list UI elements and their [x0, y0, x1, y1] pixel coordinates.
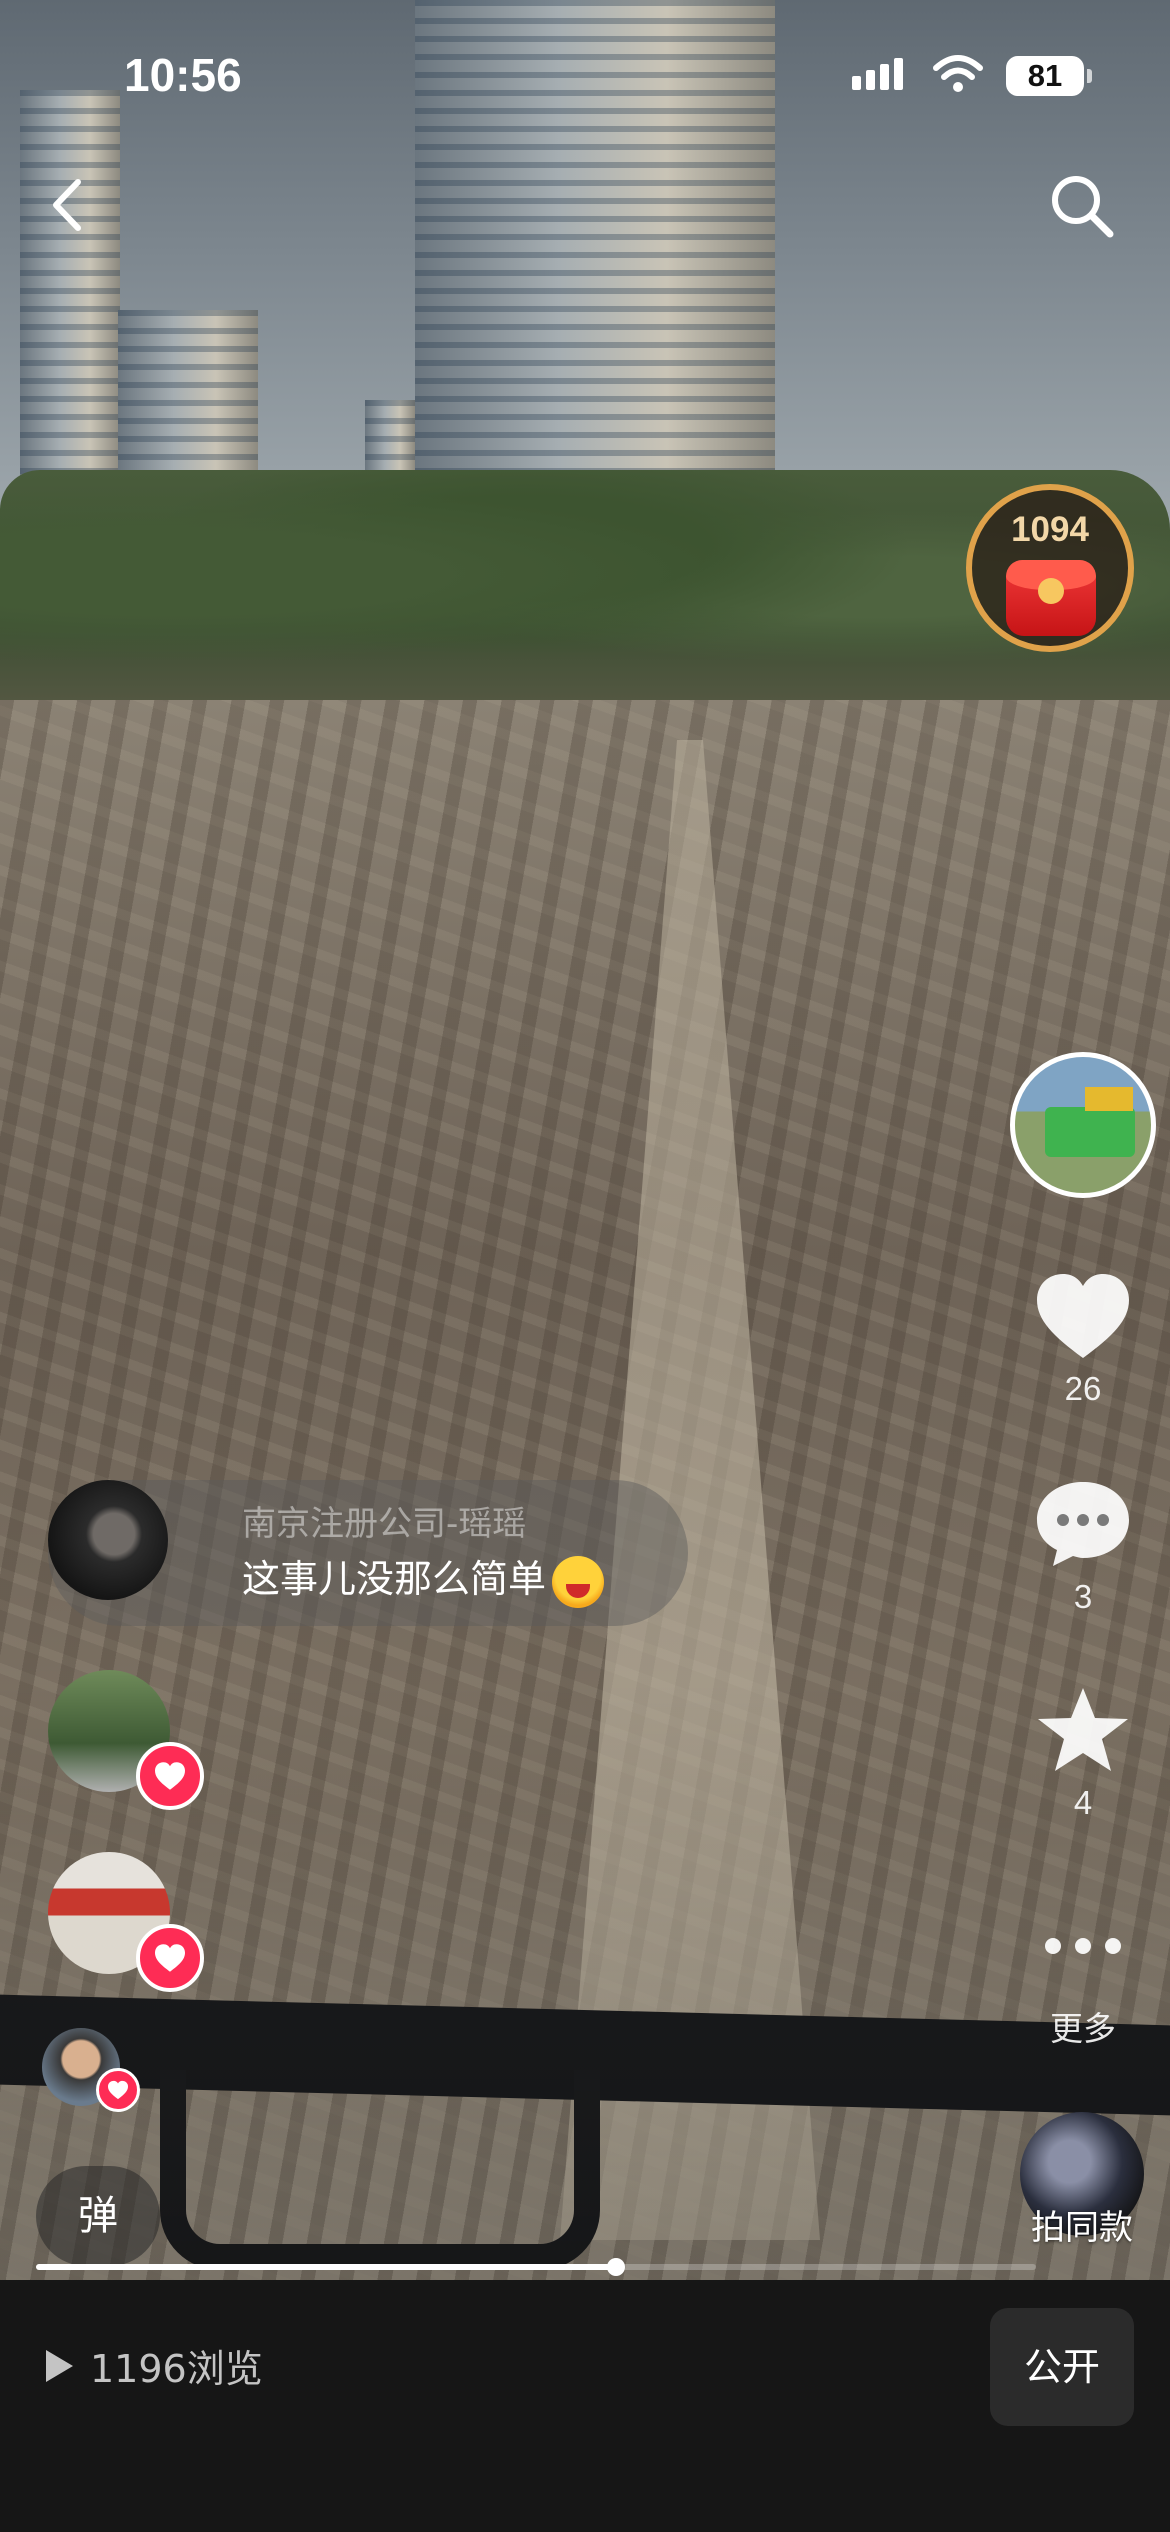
comment-text: 这事儿没那么简单 — [242, 1557, 547, 1601]
star-icon — [1038, 1688, 1128, 1771]
back-icon[interactable] — [40, 170, 100, 240]
same-style-button[interactable]: 拍同款 — [1014, 2112, 1150, 2248]
red-packet-icon — [1006, 560, 1096, 636]
more-icon — [1045, 1938, 1121, 1954]
comment-count: 3 — [1073, 1578, 1093, 1615]
play-icon — [46, 2349, 73, 2382]
more-button[interactable]: 更多 — [1013, 1934, 1153, 2050]
author-avatar[interactable] — [1010, 1052, 1156, 1198]
liker-avatar[interactable] — [42, 2028, 140, 2112]
favorite-button[interactable]: 4 — [1013, 1684, 1153, 1822]
heart-badge-icon — [136, 1742, 204, 1810]
comment-button[interactable]: 3 — [1013, 1478, 1153, 1616]
view-count-text: 1196浏览 — [90, 2347, 263, 2391]
signal-icon — [852, 58, 903, 90]
favorite-count: 4 — [1073, 1784, 1093, 1821]
commenter-avatar[interactable] — [48, 1480, 168, 1600]
liker-avatar[interactable] — [48, 1670, 204, 1810]
comment-icon — [1037, 1482, 1129, 1566]
like-count: 26 — [1064, 1370, 1102, 1407]
bottom-bar: 1196浏览 公开 — [0, 2280, 1170, 2532]
red-packet-count: 1094 — [1011, 510, 1089, 549]
liker-avatar[interactable] — [48, 1852, 204, 1992]
laughing-emoji-icon — [552, 1555, 605, 1608]
comment-text-row: 这事儿没那么简单 — [242, 1548, 605, 1608]
same-style-label: 拍同款 — [1031, 2208, 1133, 2248]
heart-badge-icon — [136, 1924, 204, 1992]
danmaku-toggle-button[interactable]: 弹 — [36, 2166, 160, 2266]
status-bar: 10:56 81 — [0, 0, 1170, 150]
like-button[interactable]: 26 — [1013, 1270, 1153, 1408]
battery-icon: 81 — [1006, 56, 1092, 96]
heart-icon — [1037, 1274, 1129, 1358]
progress-knob[interactable] — [607, 2258, 625, 2276]
video-building — [20, 90, 120, 510]
more-label: 更多 — [1050, 2010, 1116, 2047]
progress-fill — [36, 2264, 616, 2270]
wifi-icon — [933, 55, 983, 92]
commenter-name: 南京注册公司-瑶瑶 — [242, 1504, 527, 1544]
live-comment[interactable]: 南京注册公司-瑶瑶 这事儿没那么简单 — [48, 1480, 688, 1626]
status-time: 10:56 — [124, 49, 242, 101]
red-packet-timer[interactable]: 1094 — [966, 484, 1134, 652]
search-icon[interactable] — [1046, 170, 1118, 242]
heart-badge-icon — [96, 2068, 140, 2112]
video-progress-bar[interactable] — [36, 2258, 1036, 2276]
visibility-public-button[interactable]: 公开 — [990, 2308, 1134, 2426]
view-count: 1196浏览 — [42, 2338, 263, 2393]
